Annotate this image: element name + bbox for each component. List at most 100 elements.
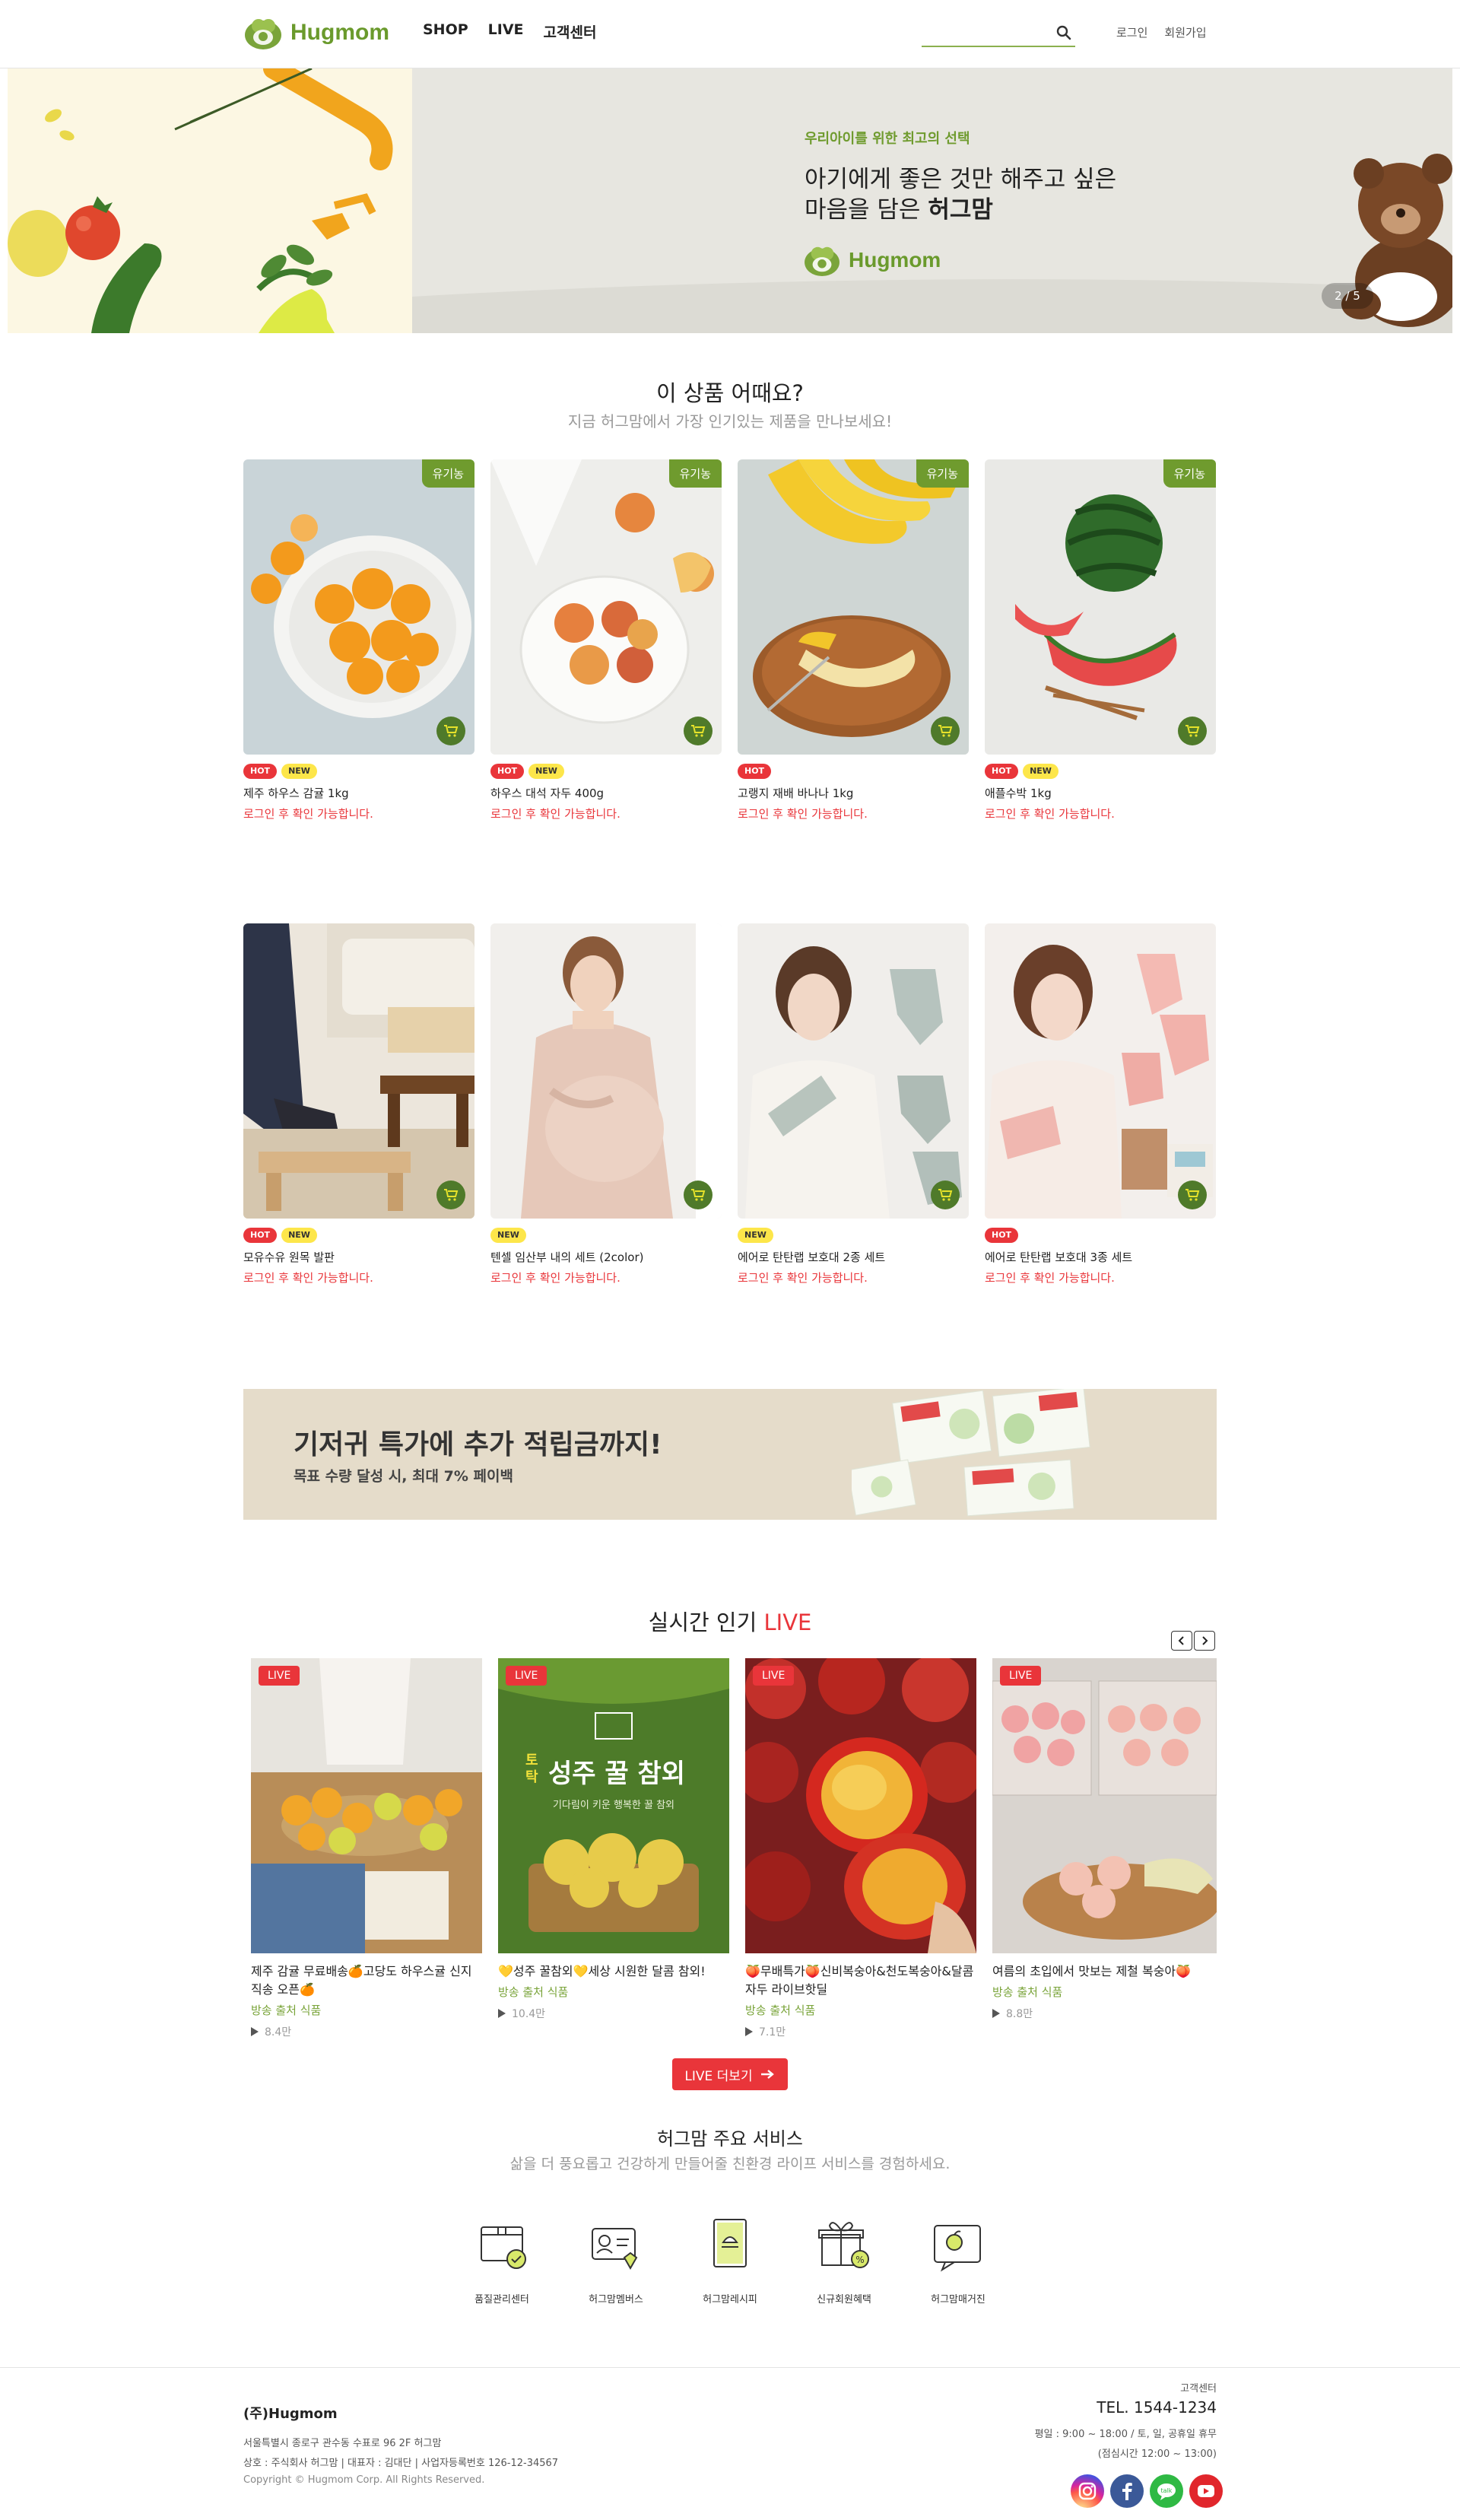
product-name[interactable]: 모유수유 원목 발판 [243, 1249, 474, 1265]
product-image-banana[interactable]: 유기농 [738, 459, 969, 755]
product-card[interactable]: NEW 텐셀 임산부 내의 세트 (2color) 로그인 후 확인 가능합니다… [490, 923, 722, 1285]
search-box [922, 18, 1075, 47]
product-name[interactable]: 제주 하우스 감귤 1kg [243, 785, 474, 801]
summer-peach-live-photo [992, 1658, 1217, 1953]
footer-tel: TEL. 1544-1234 [1097, 2398, 1217, 2417]
product-name[interactable]: 에어로 탄탄랩 보호대 3종 세트 [985, 1249, 1216, 1265]
product-image-wrist-guard-3[interactable] [985, 923, 1216, 1219]
service-new-member-benefit[interactable]: % 신규회원혜택 [802, 2212, 886, 2305]
add-to-cart-button[interactable] [1178, 1181, 1207, 1209]
prev-arrow-button[interactable] [1171, 1631, 1192, 1651]
magazine-icon [934, 2225, 981, 2272]
live-more-label: LIVE 더보기 [684, 2068, 753, 2084]
live-thumbnail[interactable]: LIVE [745, 1658, 976, 1953]
live-badge: LIVE [506, 1666, 548, 1686]
hot-tag: HOT [243, 764, 278, 779]
live-title[interactable]: 💛성주 꿀참외💛세상 시원한 달콤 참외! [498, 1962, 729, 1981]
diaper-promo-banner[interactable]: 기저귀 특가에 추가 적립금까지! 목표 수량 달성 시, 최대 7% 페이백 [243, 1389, 1217, 1520]
live-more-button[interactable]: LIVE 더보기 [672, 2058, 788, 2090]
hero-logo-text: Hugmom [849, 248, 941, 272]
next-arrow-button[interactable] [1194, 1631, 1215, 1651]
live-title-prefix: 실시간 인기 [648, 1610, 764, 1635]
nav-customer-center[interactable]: 고객센터 [544, 21, 597, 42]
product-tags: HOT [985, 1228, 1216, 1243]
play-icon [251, 2027, 259, 2036]
hero-logo: Hugmom [803, 243, 941, 277]
vegetables-illustration [8, 68, 412, 333]
live-thumbnail[interactable]: LIVE [251, 1658, 482, 1953]
footer-lunch: (점심시간 12:00 ~ 13:00) [1097, 2448, 1217, 2460]
hot-tag: HOT [985, 1228, 1019, 1243]
live-card[interactable]: 토탁 성주 꿀 참외 기다림이 키운 행복한 꿀 참외 LIVE 💛성주 꿀참외… [498, 1658, 729, 2021]
service-quality-center[interactable]: 품질관리센터 [460, 2212, 544, 2305]
signup-link[interactable]: 회원가입 [1164, 24, 1206, 40]
search-input[interactable] [922, 18, 1043, 44]
login-link[interactable]: 로그인 [1116, 24, 1147, 40]
service-members[interactable]: 허그맘멤버스 [574, 2212, 658, 2305]
talk-icon[interactable]: talk [1150, 2474, 1183, 2508]
product-image-wrist-guard-2[interactable] [738, 923, 969, 1219]
product-card[interactable]: HOT NEW 모유수유 원목 발판 로그인 후 확인 가능합니다. [243, 923, 474, 1285]
cart-icon [1185, 725, 1200, 737]
product-image-plum[interactable]: 유기농 [490, 459, 722, 755]
logo[interactable]: Hugmom [243, 14, 389, 52]
live-card[interactable]: LIVE 제주 감귤 무료배송🍊고당도 하우스귤 신지직송 오픈🍊 방송 출처 … [251, 1658, 482, 2039]
product-image-watermelon[interactable]: 유기농 [985, 459, 1216, 755]
live-thumbnail[interactable]: 토탁 성주 꿀 참외 기다림이 키운 행복한 꿀 참외 LIVE [498, 1658, 729, 1953]
product-name[interactable]: 에어로 탄탄랩 보호대 2종 세트 [738, 1249, 969, 1265]
product-image-tangerine[interactable]: 유기농 [243, 459, 474, 755]
hero-illustration [8, 68, 412, 333]
product-card[interactable]: NEW 에어로 탄탄랩 보호대 2종 세트 로그인 후 확인 가능합니다. [738, 923, 969, 1285]
product-tags: HOT NEW [985, 764, 1216, 779]
search-icon[interactable] [1055, 24, 1072, 41]
watermelon-photo [985, 459, 1216, 755]
footer-cs-label: 고객센터 [1180, 2383, 1217, 2394]
live-title[interactable]: 🍑무배특가🍑신비복숭아&천도복숭아&달콤자두 라이브핫딜 [745, 1962, 976, 1999]
promo-subtitle: 목표 수량 달성 시, 최대 7% 페이백 [294, 1468, 513, 1485]
add-to-cart-button[interactable] [931, 717, 960, 745]
footer-company: (주)Hugmom [243, 2406, 338, 2422]
product-image-maternity-wear[interactable] [490, 923, 722, 1219]
add-to-cart-button[interactable] [436, 717, 465, 745]
service-magazine[interactable]: 허그맘매거진 [916, 2212, 1000, 2305]
product-name[interactable]: 애플수박 1kg [985, 785, 1216, 801]
live-title[interactable]: 제주 감귤 무료배송🍊고당도 하우스귤 신지직송 오픈🍊 [251, 1962, 482, 1999]
live-thumbnail[interactable]: LIVE [992, 1658, 1217, 1953]
live-view-count: 8.4만 [265, 2026, 292, 2039]
hero-banner[interactable]: 우리아이를 위한 최고의 선택 아기에게 좋은 것만 해주고 싶은 마음을 담은… [8, 68, 1452, 333]
youtube-icon[interactable] [1189, 2474, 1223, 2508]
nav-shop[interactable]: SHOP [423, 21, 468, 42]
product-name[interactable]: 하우스 대석 자두 400g [490, 785, 722, 801]
live-title-accent: LIVE [763, 1610, 812, 1635]
footer-business-info: 상호 : 주식회사 허그맘 | 대표자 : 김대단 | 사업자등록번호 126-… [243, 2458, 559, 2469]
service-recipe[interactable]: 허그맘레시피 [688, 2212, 772, 2305]
logo-icon [245, 19, 281, 49]
product-name[interactable]: 고랭지 재배 바나나 1kg [738, 785, 969, 801]
add-to-cart-button[interactable] [931, 1181, 960, 1209]
product-card[interactable]: HOT 에어로 탄탄랩 보호대 3종 세트 로그인 후 확인 가능합니다. [985, 923, 1216, 1285]
instagram-icon[interactable] [1071, 2474, 1104, 2508]
add-to-cart-button[interactable] [436, 1181, 465, 1209]
service-label: 허그맘매거진 [931, 2294, 986, 2305]
product-card[interactable]: 유기농 HOT NEW 하우스 대석 자두 400g 로그인 후 확인 가능합니… [490, 459, 722, 821]
facebook-icon[interactable] [1110, 2474, 1144, 2508]
add-to-cart-button[interactable] [1178, 717, 1207, 745]
cart-icon [1185, 1189, 1200, 1201]
product-name[interactable]: 텐셀 임산부 내의 세트 (2color) [490, 1249, 722, 1265]
service-label: 품질관리센터 [474, 2294, 529, 2305]
live-card[interactable]: LIVE 🍑무배특가🍑신비복숭아&천도복숭아&달콤자두 라이브핫딜 방송 출처 … [745, 1658, 976, 2039]
cart-icon [938, 725, 953, 737]
live-card[interactable]: LIVE 여름의 초입에서 맛보는 제철 복숭아🍑 방송 출처 식품 8.8만 [992, 1658, 1217, 2021]
add-to-cart-button[interactable] [684, 1181, 713, 1209]
tangerine-live-photo [251, 1658, 482, 1953]
live-title[interactable]: 여름의 초입에서 맛보는 제철 복숭아🍑 [992, 1962, 1217, 1981]
add-to-cart-button[interactable] [684, 717, 713, 745]
product-card[interactable]: 유기농 HOT NEW 제주 하우스 감귤 1kg 로그인 후 확인 가능합니다… [243, 459, 474, 821]
product-card[interactable]: 유기농 HOT 고랭지 재배 바나나 1kg 로그인 후 확인 가능합니다. [738, 459, 969, 821]
live-carousel-arrows [1171, 1631, 1215, 1651]
logo-text: Hugmom [290, 20, 389, 45]
product-card[interactable]: 유기농 HOT NEW 애플수박 1kg 로그인 후 확인 가능합니다. [985, 459, 1216, 821]
nav-live[interactable]: LIVE [488, 21, 524, 42]
live-badge: LIVE [1000, 1666, 1042, 1686]
product-image-footstool[interactable] [243, 923, 474, 1219]
